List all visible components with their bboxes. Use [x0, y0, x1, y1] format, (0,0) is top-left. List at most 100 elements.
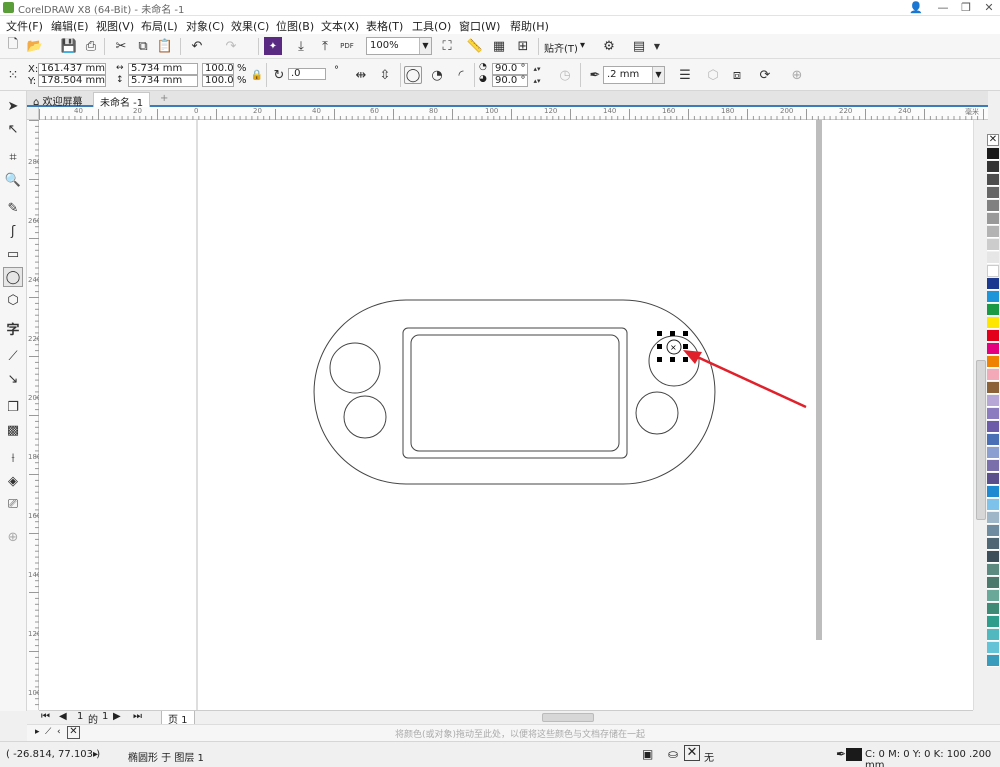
restore-button[interactable]: ❐ [955, 0, 977, 16]
convert-outline-icon[interactable]: ⧈ [728, 66, 746, 84]
menu-object[interactable]: 对象(C) [186, 18, 224, 34]
color-swatch[interactable] [987, 356, 999, 368]
account-icon[interactable]: 👤 [905, 0, 927, 16]
add-tab-icon[interactable]: + [154, 92, 174, 107]
new-document-icon[interactable]: 🗋 [4, 37, 22, 55]
screen[interactable] [410, 334, 620, 452]
horizontal-scroll-thumb[interactable] [542, 713, 594, 722]
quick-customize-icon[interactable]: ⟳ [756, 66, 774, 84]
snap-to-label[interactable]: 贴齐(T) [544, 40, 578, 55]
prev-page-icon[interactable]: ◀ [59, 711, 67, 722]
open-icon[interactable]: 📂 [26, 37, 44, 55]
print-icon[interactable]: ⎙ [82, 37, 100, 55]
vertical-scroll-thumb[interactable] [976, 360, 986, 520]
mirror-horizontal-icon[interactable]: ⇹ [352, 66, 370, 84]
horizontal-ruler[interactable]: 40 20 0 20 40 60 80 100 120 140 160 180 … [39, 107, 988, 120]
color-swatch[interactable] [987, 655, 999, 667]
rotate-icon[interactable]: ↻ [270, 66, 288, 84]
left-bottom-button[interactable] [343, 395, 387, 439]
save-icon[interactable]: 💾 [60, 37, 78, 55]
vertical-ruler[interactable]: 280 260 240 220 200 180 160 140 120 100 [27, 120, 41, 710]
end-angle-field[interactable]: 90.0 ° [492, 75, 528, 87]
color-swatch[interactable] [987, 564, 999, 576]
right-bottom-button[interactable] [635, 391, 679, 435]
color-swatch[interactable] [987, 434, 999, 446]
color-swatch[interactable] [987, 538, 999, 550]
color-swatch[interactable] [987, 590, 999, 602]
color-swatch[interactable] [987, 330, 999, 342]
no-fill-swatch[interactable]: ✕ [684, 745, 700, 761]
application-launcher-icon[interactable]: ▤ [630, 37, 648, 55]
ruler-origin[interactable] [27, 107, 39, 120]
color-swatch[interactable] [987, 421, 999, 433]
none-color-swatch[interactable]: ✕ [67, 726, 80, 739]
full-screen-icon[interactable]: ⛶ [438, 37, 456, 55]
drop-shadow-tool-icon[interactable]: ❐ [3, 397, 23, 417]
paste-icon[interactable]: 📋 [156, 37, 174, 55]
cut-icon[interactable]: ✂ [112, 37, 130, 55]
pick-tool-icon[interactable]: ➤ [3, 96, 23, 116]
lock-ratio-icon[interactable]: 🔒 [248, 66, 266, 84]
color-swatch[interactable] [987, 512, 999, 524]
menu-file[interactable]: 文件(F) [6, 18, 43, 34]
options-gear-icon[interactable]: ⚙ [600, 37, 618, 55]
color-swatch[interactable] [987, 499, 999, 511]
rulers-icon[interactable]: 📏 [466, 37, 484, 55]
freehand-tool-icon[interactable]: ✎ [3, 198, 23, 218]
import-icon[interactable]: ⤓ [292, 37, 310, 55]
last-page-icon[interactable]: ⏭ [133, 711, 142, 722]
no-color-swatch[interactable]: ✕ [987, 134, 999, 146]
parallel-dimension-tool-icon[interactable]: ⟋ [3, 346, 23, 366]
color-swatch[interactable] [987, 343, 999, 355]
color-swatch[interactable] [987, 239, 999, 251]
smart-fill-tool-icon[interactable]: ⎚ [3, 494, 23, 514]
scale-width-field[interactable]: 100.0 [202, 63, 234, 75]
color-swatch[interactable] [987, 200, 999, 212]
connector-tool-icon[interactable]: ↘ [3, 369, 23, 389]
start-angle-stepper[interactable]: ▴▾ [528, 63, 546, 75]
end-angle-stepper[interactable]: ▴▾ [528, 75, 546, 87]
color-swatch[interactable] [987, 577, 999, 589]
color-swatch[interactable] [987, 642, 999, 654]
undo-icon[interactable]: ↶ [188, 37, 206, 55]
zoom-tool-icon[interactable]: 🔍 [3, 170, 23, 190]
menu-view[interactable]: 视图(V) [96, 18, 134, 34]
color-swatch[interactable] [987, 629, 999, 641]
next-page-icon[interactable]: ▶ [113, 711, 121, 722]
screen-frame[interactable] [402, 327, 628, 459]
color-swatch[interactable] [987, 525, 999, 537]
outline-pen-icon[interactable]: ✒ [586, 66, 604, 84]
tab-document[interactable]: 未命名 -1 [93, 92, 151, 109]
palette-scroll-icon[interactable]: ‹ [57, 727, 61, 737]
color-swatch[interactable] [987, 473, 999, 485]
close-button[interactable]: ✕ [978, 0, 1000, 16]
transparency-tool-icon[interactable]: ▩ [3, 420, 23, 440]
shape-tool-icon[interactable]: ↖ [3, 119, 23, 139]
text-wrap-icon[interactable]: ☰ [676, 66, 694, 84]
y-position-field[interactable]: 178.504 mm [38, 75, 106, 87]
rotation-angle-field[interactable]: .0 [288, 68, 326, 80]
add-tool-icon[interactable]: ⊕ [3, 527, 23, 547]
status-expand-icon[interactable]: ▸ [93, 749, 98, 760]
object-origin-icon[interactable]: ⁙ [4, 66, 22, 84]
rectangle-tool-icon[interactable]: ▭ [3, 244, 23, 264]
search-content-icon[interactable]: ✦ [264, 37, 282, 55]
grid-icon[interactable]: ▦ [490, 37, 508, 55]
scale-height-field[interactable]: 100.0 [202, 75, 234, 87]
left-top-button[interactable] [329, 342, 381, 394]
palette-menu-icon[interactable]: ▸ [35, 727, 40, 737]
width-field[interactable]: 5.734 mm [128, 63, 198, 75]
menu-table[interactable]: 表格(T) [366, 18, 403, 34]
color-swatch[interactable] [987, 304, 999, 316]
mirror-vertical-icon[interactable]: ⇳ [376, 66, 394, 84]
menu-tools[interactable]: 工具(O) [412, 18, 451, 34]
zoom-level-combo[interactable]: 100% ▼ [366, 37, 432, 55]
add-icon[interactable]: ⊕ [788, 66, 806, 84]
launcher-dropdown-icon[interactable]: ▼ [648, 37, 666, 55]
publish-pdf-icon[interactable]: PDF [338, 37, 356, 55]
eyedropper-tool-icon[interactable]: ⟊ [3, 448, 23, 468]
color-swatch[interactable] [987, 213, 999, 225]
color-swatch[interactable] [987, 395, 999, 407]
color-swatch[interactable] [987, 291, 999, 303]
crop-tool-icon[interactable]: ⌗ [3, 147, 23, 167]
